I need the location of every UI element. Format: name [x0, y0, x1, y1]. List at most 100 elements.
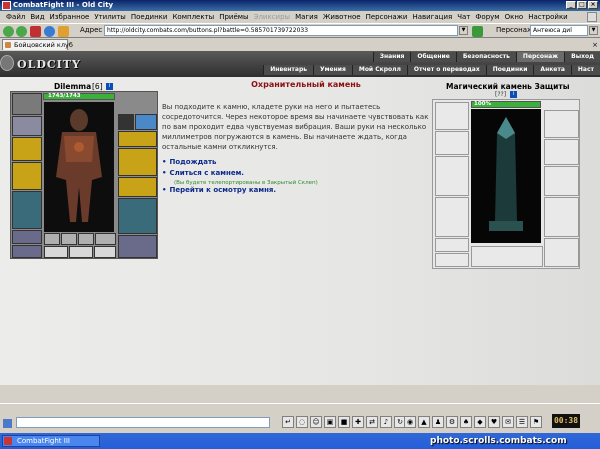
stone-info-icon[interactable]: i — [510, 91, 517, 98]
pin-icon[interactable]: ✚ — [352, 416, 364, 428]
earring-slot[interactable] — [12, 116, 42, 136]
menu-item-11[interactable]: Навигация — [412, 13, 452, 21]
nav-top-2[interactable]: Безопасность — [455, 52, 516, 62]
mail-icon[interactable]: ✉ — [502, 416, 514, 428]
taskbar-item[interactable]: CombatFight III — [2, 435, 100, 447]
armor-slot[interactable] — [12, 191, 42, 229]
minimize-button[interactable]: _ — [566, 1, 576, 9]
menu-item-8[interactable]: Магия — [295, 13, 318, 21]
stone-helmet-slot — [435, 102, 469, 130]
menu-item-2[interactable]: Избранное — [50, 13, 90, 21]
nav-top-1[interactable]: Общение — [410, 52, 456, 62]
persona-dropdown-icon[interactable]: ▼ — [589, 26, 598, 35]
chat-menu-icon[interactable] — [3, 419, 12, 428]
back-icon[interactable] — [3, 26, 14, 37]
music-icon[interactable]: ♪ — [380, 416, 392, 428]
bag-slot-1[interactable] — [44, 233, 60, 245]
bag-slot-4[interactable] — [95, 233, 116, 245]
nav-top-3[interactable]: Персонаж — [515, 52, 565, 62]
info-icon[interactable]: i — [106, 83, 113, 90]
save-icon[interactable]: ■ — [338, 416, 350, 428]
eraser-icon[interactable]: ◌ — [296, 416, 308, 428]
amulet-slot[interactable] — [12, 137, 42, 161]
ring1-slot[interactable] — [118, 114, 134, 130]
menu-item-10[interactable]: Персонажи — [366, 13, 408, 21]
menu-item-7[interactable]: Эликсиры — [254, 13, 291, 21]
persona-select[interactable]: Антеюса диl — [530, 25, 588, 36]
belt-slot[interactable] — [12, 230, 42, 244]
legs-slot[interactable] — [118, 198, 157, 234]
boots-slot[interactable] — [12, 245, 42, 258]
tab-close-icon[interactable]: × — [592, 41, 598, 49]
settings-icon[interactable]: ⚙ — [446, 416, 458, 428]
nav-bottom-0[interactable]: Инвентарь — [263, 65, 314, 75]
persona-label: Персонаж — [496, 26, 534, 34]
nav-top-4[interactable]: Выход — [564, 52, 600, 62]
character-name[interactable]: Dilemma — [54, 82, 91, 91]
bag-slot-3[interactable] — [78, 233, 94, 245]
stone-bag-slots — [471, 246, 543, 267]
menu-item-6[interactable]: Приёмы — [219, 13, 248, 21]
shield-icon[interactable]: ◆ — [474, 416, 486, 428]
bracer-slot[interactable] — [118, 177, 157, 197]
home-icon[interactable] — [58, 26, 69, 37]
stone-image — [471, 109, 541, 243]
bag-slot-7[interactable] — [94, 246, 116, 258]
close-button[interactable]: × — [588, 1, 598, 9]
menu-item-13[interactable]: Форум — [475, 13, 499, 21]
ring2-slot[interactable] — [135, 114, 157, 130]
feet-slot[interactable] — [118, 235, 157, 258]
chat-icon[interactable]: ☰ — [516, 416, 528, 428]
helmet-slot[interactable] — [12, 93, 42, 115]
tab-fight-club[interactable]: Бойцовский клуб — [2, 39, 73, 50]
gloves-slot[interactable] — [118, 131, 157, 147]
menu-item-14[interactable]: Окно — [505, 13, 524, 21]
nav-bottom-1[interactable]: Умения — [313, 65, 352, 75]
globe-icon[interactable]: ◉ — [404, 416, 416, 428]
stop-icon[interactable] — [30, 26, 41, 37]
maximize-button[interactable]: □ — [577, 1, 587, 9]
refresh-icon[interactable] — [44, 26, 55, 37]
nav-top-0[interactable]: Знания — [372, 52, 411, 62]
bag-slot-5[interactable] — [44, 246, 68, 258]
bag-slot-2[interactable] — [61, 233, 77, 245]
menu-item-3[interactable]: Утилиты — [94, 13, 126, 21]
option-inspect-stone[interactable]: • Перейти к осмотру камня. — [162, 186, 276, 194]
option-merge-stone[interactable]: • Слиться с камнем. — [162, 169, 244, 177]
address-input[interactable]: http://oldcity.combats.com/buttons.pl?ba… — [104, 25, 458, 36]
shield-slot[interactable] — [118, 148, 157, 176]
users-icon[interactable]: ♟ — [432, 416, 444, 428]
option-wait[interactable]: • Подождать — [162, 158, 216, 166]
go-icon[interactable] — [472, 26, 483, 37]
bell-icon[interactable]: ♠ — [460, 416, 472, 428]
menu-item-15[interactable]: Настройки — [528, 13, 568, 21]
chat-input[interactable] — [16, 417, 270, 428]
stone-feet-slot — [544, 238, 579, 267]
flag-icon[interactable]: ⚑ — [530, 416, 542, 428]
arrows-icon[interactable]: ⇄ — [366, 416, 378, 428]
address-dropdown-icon[interactable]: ▼ — [459, 26, 468, 35]
stone-boots-slot — [435, 253, 469, 267]
tab-favicon-icon — [5, 42, 11, 48]
send-icon[interactable]: ↵ — [282, 416, 294, 428]
bag-slot-6[interactable] — [69, 246, 93, 258]
stone-shield-slot — [544, 166, 579, 196]
nav-bottom-3[interactable]: Отчет о переводах — [406, 65, 486, 75]
nav-bottom-6[interactable]: Наст — [570, 65, 600, 75]
logo-emblem-icon — [0, 55, 14, 71]
nav-bottom-5[interactable]: Анкета — [533, 65, 571, 75]
menu-item-0[interactable]: Файл — [6, 13, 25, 21]
menu-item-4[interactable]: Поединки — [131, 13, 168, 21]
menu-item-1[interactable]: Вид — [30, 13, 44, 21]
forward-icon[interactable] — [16, 26, 27, 37]
heart-icon[interactable]: ♥ — [488, 416, 500, 428]
menu-item-12[interactable]: Чат — [457, 13, 470, 21]
filter-icon[interactable]: ▣ — [324, 416, 336, 428]
menu-item-9[interactable]: Животное — [323, 13, 361, 21]
smile-icon[interactable]: ☺ — [310, 416, 322, 428]
nav-bottom-4[interactable]: Поединки — [485, 65, 534, 75]
nav-bottom-2[interactable]: Мой Скролл — [351, 65, 407, 75]
weapon-slot[interactable] — [12, 162, 42, 190]
lock-icon[interactable]: ▲ — [418, 416, 430, 428]
menu-item-5[interactable]: Комплекты — [172, 13, 214, 21]
